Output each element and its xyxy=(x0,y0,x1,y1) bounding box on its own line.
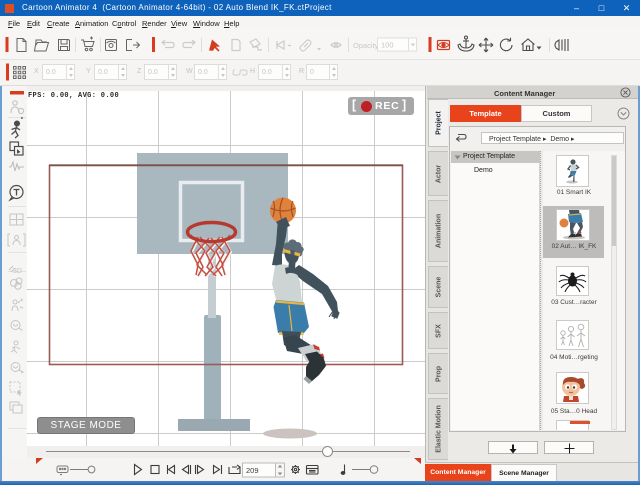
svg-text:209: 209 xyxy=(246,466,259,475)
svg-text:3D: 3D xyxy=(13,268,22,275)
svg-text:100: 100 xyxy=(381,41,394,50)
